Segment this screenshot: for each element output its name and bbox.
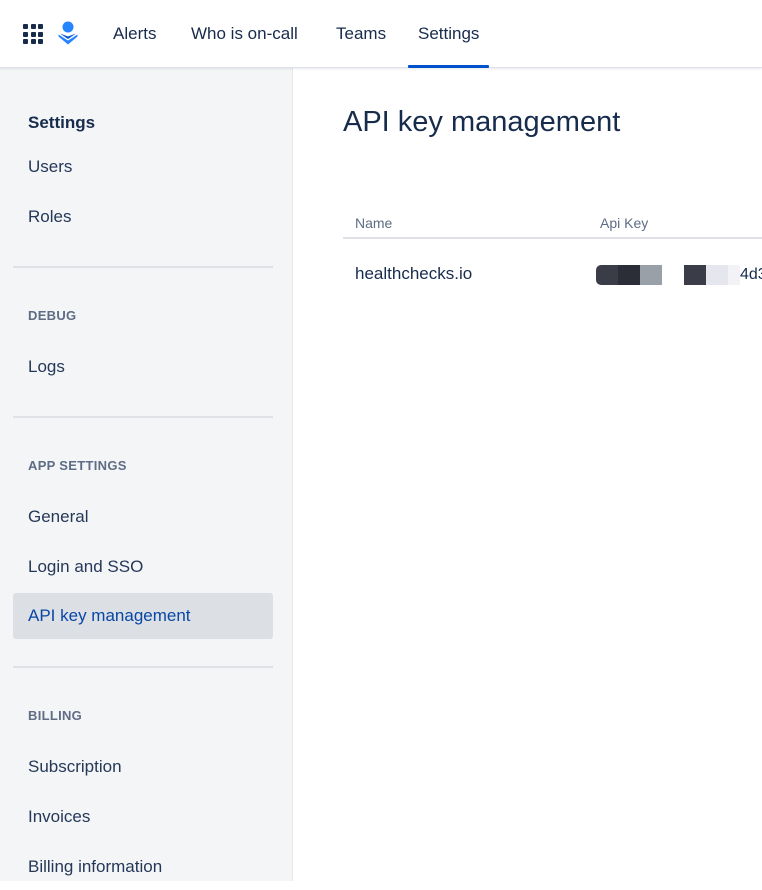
redaction-block — [684, 265, 706, 285]
table-header-divider — [343, 237, 762, 239]
redaction-block — [706, 265, 728, 285]
nav-settings[interactable]: Settings — [407, 0, 490, 68]
sidebar-divider — [13, 416, 273, 418]
settings-sidebar: Settings Users Roles DEBUG Logs APP SETT… — [0, 68, 293, 881]
sidebar-item-logs[interactable]: Logs — [13, 344, 273, 390]
redaction-block — [640, 265, 662, 285]
column-header-api-key: Api Key — [600, 215, 649, 231]
sidebar-item-users[interactable]: Users — [13, 144, 273, 190]
api-key-visible-text: 4d3 — [740, 266, 762, 283]
sidebar-group-app-settings: APP SETTINGS — [28, 458, 127, 473]
api-key-name-cell: healthchecks.io — [355, 264, 473, 283]
redaction-block — [728, 265, 740, 285]
api-key-cell[interactable]: 4d3 — [596, 264, 762, 286]
app-switcher-icon[interactable] — [23, 24, 43, 44]
sidebar-divider — [13, 666, 273, 668]
sidebar-group-billing: BILLING — [28, 708, 83, 723]
sidebar-item-subscription[interactable]: Subscription — [13, 744, 273, 790]
page-title: API key management — [343, 106, 621, 138]
top-navigation-bar: Alerts Who is on-call Teams Settings — [0, 0, 762, 68]
sidebar-item-billing-information[interactable]: Billing information — [13, 844, 273, 890]
redaction-block — [618, 265, 640, 285]
sidebar-item-roles[interactable]: Roles — [13, 194, 273, 240]
nav-alerts[interactable]: Alerts — [113, 0, 156, 68]
sidebar-item-api-key-management[interactable]: API key management — [13, 593, 273, 639]
sidebar-item-invoices[interactable]: Invoices — [13, 794, 273, 840]
redaction-block — [596, 265, 618, 285]
sidebar-divider — [13, 266, 273, 268]
column-header-name: Name — [355, 215, 393, 231]
opsgenie-logo-icon[interactable] — [57, 21, 79, 45]
nav-teams[interactable]: Teams — [336, 0, 386, 68]
sidebar-heading: Settings — [28, 113, 96, 132]
sidebar-item-general[interactable]: General — [13, 494, 273, 540]
nav-who-is-on-call[interactable]: Who is on-call — [191, 0, 298, 68]
sidebar-item-login-and-sso[interactable]: Login and SSO — [13, 544, 273, 590]
sidebar-group-debug: DEBUG — [28, 308, 77, 323]
